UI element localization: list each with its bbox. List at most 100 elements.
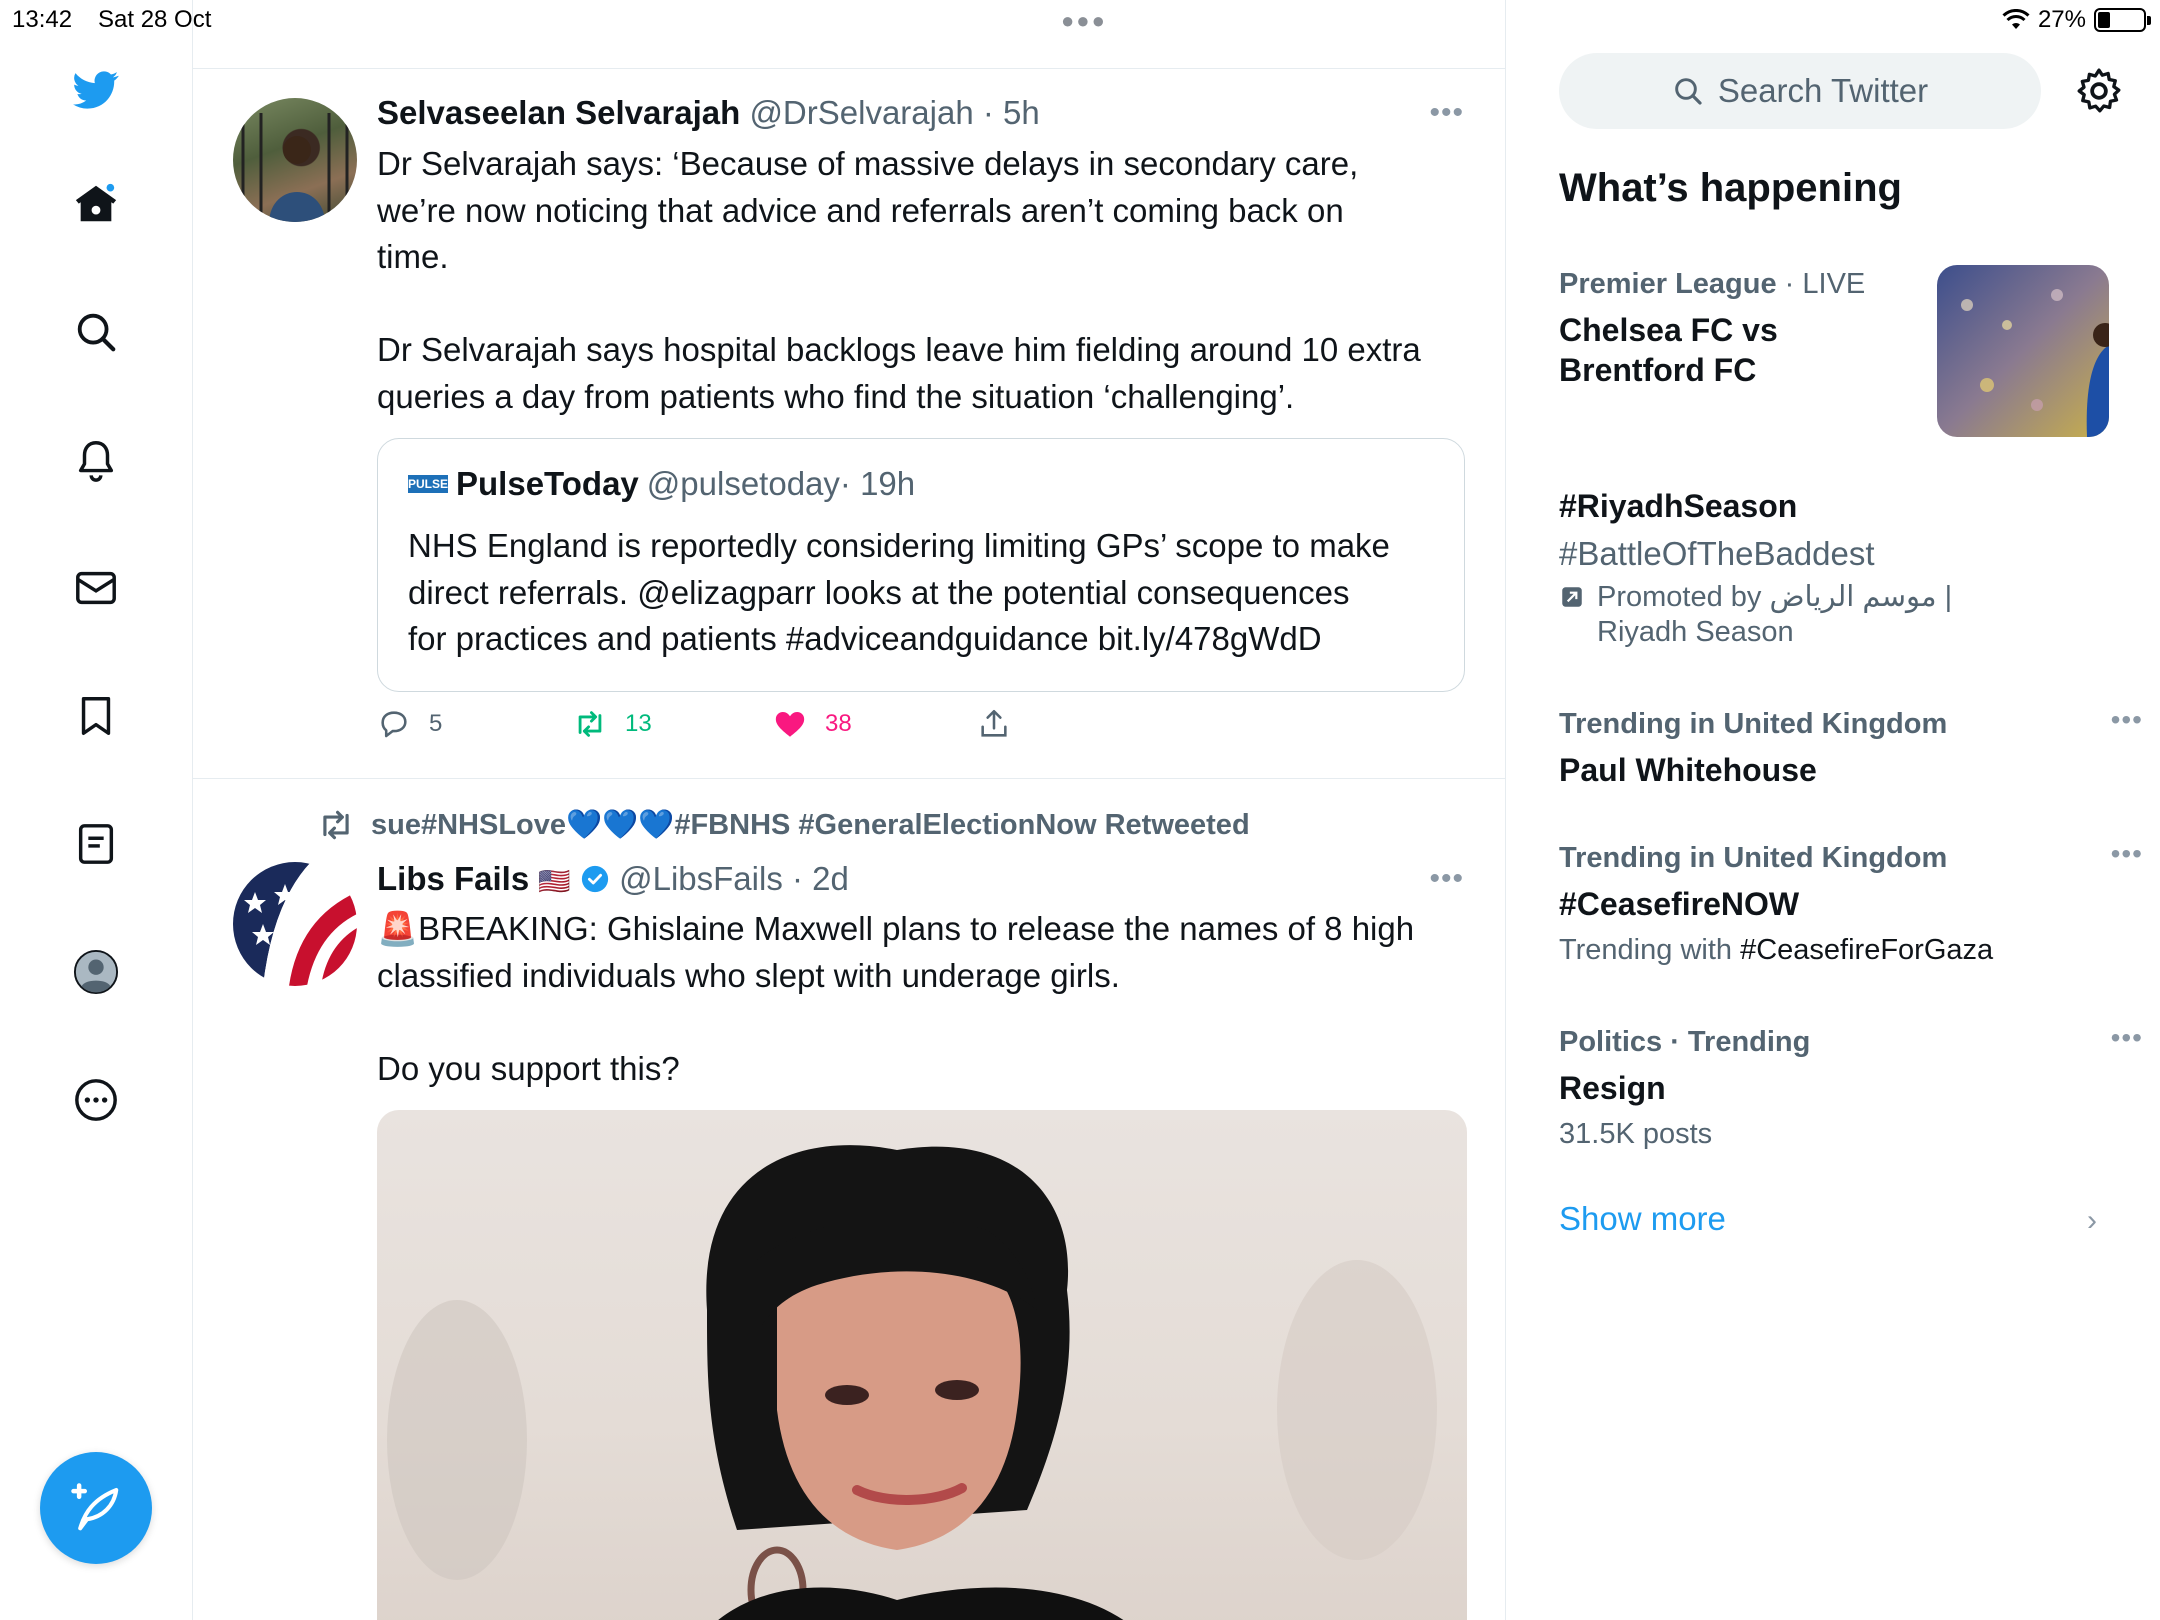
- verified-badge-icon: [581, 865, 609, 893]
- retweeted-by-line[interactable]: sue#NHSLove💙💙💙#FBNHS #GeneralElectionNow…: [317, 806, 1250, 844]
- quoted-tweet[interactable]: PULSE PulseToday @pulsetoday · 19h NHS E…: [377, 438, 1465, 692]
- share-button[interactable]: [977, 707, 1011, 741]
- like-button[interactable]: 38: [773, 707, 852, 741]
- more-icon[interactable]: [70, 1074, 122, 1126]
- author-avatar[interactable]: [233, 862, 357, 986]
- us-flag-avatar-icon: [233, 862, 357, 986]
- retweet-button[interactable]: 13: [573, 707, 652, 741]
- timeline: Selvaseelan Selvarajah @DrSelvarajah · 5…: [193, 0, 1506, 1620]
- mail-icon[interactable]: [70, 562, 122, 614]
- tweet-text-line: Do you support this?: [377, 1049, 680, 1087]
- search-icon[interactable]: [70, 306, 122, 358]
- author-avatar[interactable]: [233, 98, 357, 222]
- trend-subtitle: Trending with #CeasefireForGaza: [1559, 930, 2119, 970]
- tweet-time[interactable]: · 5h: [983, 94, 1040, 131]
- trend-title: Paul Whitehouse: [1559, 752, 1817, 788]
- retweeted-by-text: sue#NHSLove💙💙💙#FBNHS #GeneralElectionNow…: [371, 809, 1250, 841]
- tweet-divider: [193, 778, 1506, 779]
- timeline-top-divider: [193, 68, 1506, 69]
- trend-thumbnail-image[interactable]: [1937, 265, 2109, 437]
- quoted-text-line: for practices and patients #adviceandgui…: [408, 620, 1322, 657]
- bell-icon[interactable]: [70, 434, 122, 486]
- trend-subtitle: #BattleOfTheBaddest: [1559, 535, 1875, 572]
- whats-happening-title: What’s happening: [1559, 166, 1902, 210]
- quoted-tweet-header: PULSE PulseToday @pulsetoday · 19h: [408, 465, 915, 503]
- promoted-by: Promoted by موسم الرياض | Riyadh Season: [1559, 580, 2119, 650]
- tweet-text-line: queries a day from patients who find the…: [377, 377, 1295, 415]
- pulse-logo-icon: PULSE: [408, 475, 449, 493]
- reply-icon: [381, 711, 407, 738]
- trend-item-promoted[interactable]: #RiyadhSeason #BattleOfTheBaddest Promot…: [1559, 486, 2119, 650]
- trend-post-count: 31.5K posts: [1559, 1118, 1713, 1150]
- tweet-text-spacer: [377, 999, 1467, 1046]
- author-handle[interactable]: @LibsFails: [619, 860, 783, 897]
- tweet-text-line: 🚨BREAKING: Ghislaine Maxwell plans to re…: [377, 910, 1415, 947]
- chevron-right-icon[interactable]: ›: [2087, 1204, 2097, 1238]
- tweet-text: Dr Selvarajah says: ‘Because of massive …: [377, 141, 1467, 420]
- tweet-text-line: we’re now noticing that advice and refer…: [377, 191, 1344, 229]
- promoted-icon: [1562, 587, 1582, 607]
- tweet-text-spacer: [377, 281, 1467, 328]
- tweet-actions: 5 13 38: [377, 707, 1077, 751]
- search-icon: [1675, 78, 1702, 105]
- search-input[interactable]: Search Twitter: [1559, 53, 2041, 129]
- settings-gear-icon[interactable]: [2074, 66, 2124, 116]
- portrait-photo-icon: [387, 1145, 1437, 1620]
- home-icon[interactable]: [70, 178, 122, 230]
- lists-icon[interactable]: [70, 818, 122, 870]
- search-placeholder: Search Twitter: [1717, 72, 1929, 109]
- right-sidebar: Search Twitter What’s happening Premier …: [1507, 0, 2160, 1620]
- trend-context-bold: Premier League: [1559, 268, 1777, 300]
- tweet-more-icon[interactable]: •••: [1429, 96, 1464, 130]
- heart-icon: [775, 711, 805, 737]
- retweet-count: 13: [625, 710, 652, 737]
- reply-count: 5: [429, 710, 443, 737]
- tweet-text-line: time.: [377, 238, 449, 275]
- tweet-header: Selvaseelan Selvarajah @DrSelvarajah · 5…: [377, 94, 1040, 132]
- compose-tweet-icon: [71, 1483, 119, 1531]
- author-handle[interactable]: @DrSelvarajah: [749, 94, 973, 131]
- promoted-by-line: Riyadh Season: [1597, 616, 1794, 648]
- quoted-text-line: NHS England is reportedly considering li…: [408, 527, 1390, 564]
- author-flag: 🇺🇸: [538, 866, 571, 896]
- retweet-indicator-icon: [323, 810, 349, 840]
- trend-context: Trending in United Kingdom: [1559, 842, 1948, 874]
- tweet-text-line: Dr Selvarajah says hospital backlogs lea…: [377, 331, 1421, 368]
- author-name[interactable]: Libs Fails: [377, 860, 529, 897]
- quoted-tweet-time: · 19h: [839, 465, 916, 502]
- trend-more-icon[interactable]: •••: [2111, 838, 2143, 870]
- compose-tweet-button[interactable]: [40, 1452, 152, 1564]
- profile-icon[interactable]: [70, 946, 122, 998]
- trend-item[interactable]: Trending in United Kingdom Paul Whitehou…: [1559, 704, 2142, 790]
- trend-item[interactable]: Trending in United Kingdom #CeasefireNOW…: [1559, 838, 2142, 970]
- author-name[interactable]: Selvaseelan Selvarajah: [377, 94, 740, 131]
- promoted-by-line: Promoted by موسم الرياض |: [1597, 581, 1953, 613]
- show-more-link[interactable]: Show more: [1559, 1200, 1726, 1238]
- football-photo-icon: [1937, 265, 2109, 437]
- quoted-author-handle: @pulsetoday: [646, 465, 840, 502]
- trending-with-label: Trending with: [1559, 934, 1741, 966]
- trend-title: Resign: [1559, 1070, 1666, 1106]
- twitter-logo-icon[interactable]: [70, 64, 122, 116]
- tweet-header: Libs Fails 🇺🇸 @LibsFails · 2d: [377, 860, 849, 898]
- trend-context-live: · LIVE: [1776, 268, 1866, 300]
- tweet-text-line: Dr Selvarajah says: ‘Because of massive …: [377, 145, 1359, 182]
- like-count: 38: [825, 710, 852, 737]
- trend-title: #RiyadhSeason: [1559, 488, 1798, 524]
- retweet-icon: [578, 711, 602, 737]
- trend-item[interactable]: Politics · Trending Resign 31.5K posts •…: [1559, 1022, 2142, 1154]
- avatar-photo-icon: [241, 113, 349, 222]
- trending-with-tag[interactable]: #CeasefireForGaza: [1740, 934, 1993, 966]
- bookmark-icon[interactable]: [70, 690, 122, 742]
- tweet-more-icon[interactable]: •••: [1429, 862, 1464, 896]
- trend-context: Politics · Trending: [1559, 1026, 1811, 1058]
- tweet-media-image[interactable]: [377, 1110, 1467, 1620]
- quoted-tweet-text: NHS England is reportedly considering li…: [408, 523, 1448, 663]
- trend-title: #CeasefireNOW: [1559, 886, 1800, 922]
- tweet-time[interactable]: · 2d: [792, 860, 849, 897]
- reply-button[interactable]: 5: [377, 707, 442, 741]
- quoted-text-line: direct referrals. @elizagparr looks at t…: [408, 573, 1350, 611]
- trend-more-icon[interactable]: •••: [2111, 1022, 2143, 1054]
- left-navigation: [0, 0, 193, 1620]
- trend-more-icon[interactable]: •••: [2111, 704, 2143, 736]
